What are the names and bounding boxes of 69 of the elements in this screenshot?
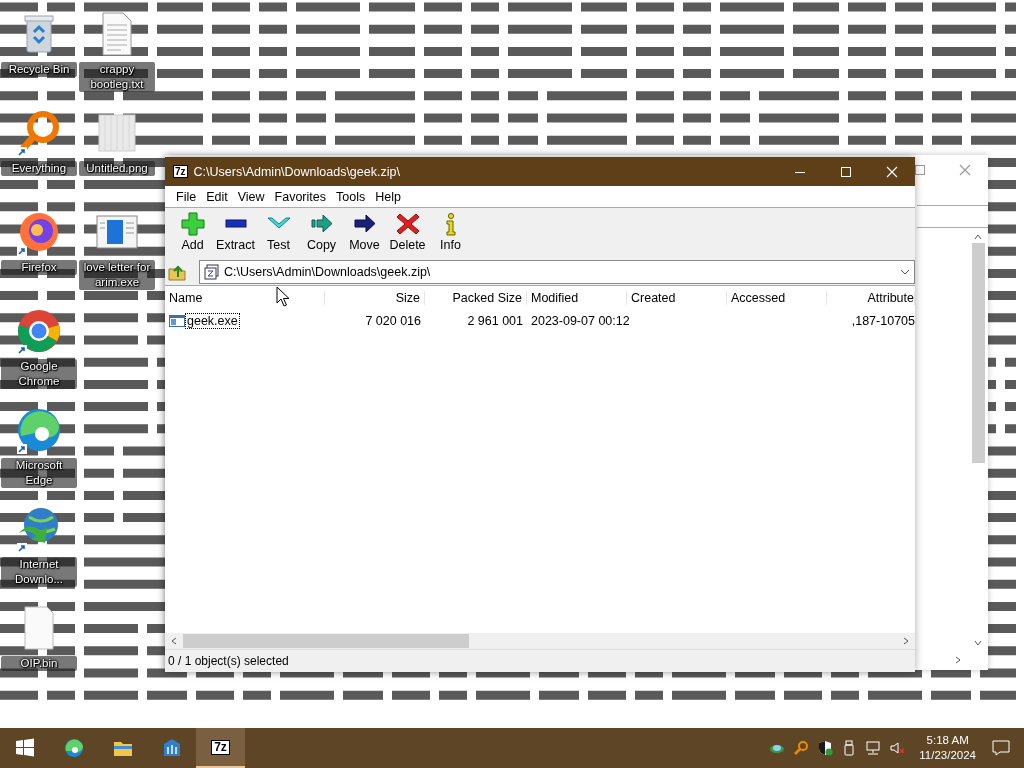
toolbar-button[interactable]: Delete (386, 208, 429, 258)
address-text: C:\Users\Admin\Downloads\geek.zip\ (224, 264, 432, 279)
scroll-right-icon[interactable] (903, 637, 909, 645)
column-header[interactable]: Accessed (731, 291, 786, 305)
toolbar-button[interactable]: Test (257, 208, 300, 258)
scroll-left-icon[interactable] (171, 637, 177, 645)
table-cell: 2023-09-07 00:12 (531, 314, 630, 328)
icon-label[interactable]: love letter for arim.exe (79, 260, 155, 290)
scroll-up-icon[interactable] (974, 234, 982, 240)
icon-label[interactable]: Google Chrome (1, 359, 77, 389)
toolbar-button[interactable]: Copy (300, 208, 343, 258)
toolbar-button[interactable]: Add (171, 208, 214, 258)
file-name[interactable]: geek.exe (186, 314, 239, 328)
menu-item[interactable]: Favorites (270, 189, 332, 204)
swirl-icon[interactable] (15, 406, 63, 454)
exe-file-icon (169, 314, 185, 328)
volume-muted-icon[interactable] (889, 740, 906, 756)
swirl-icon (63, 738, 84, 758)
icon-label[interactable]: OIP.bin (1, 656, 77, 671)
app-logo-icon: 7z (173, 165, 188, 178)
file-row[interactable]: geek.exe 7 020 016 2 961 001 2023-09-07 00:12 ,187-10705 (165, 310, 915, 332)
column-header[interactable]: Attribute (867, 291, 914, 305)
column-header[interactable]: Created (631, 291, 676, 305)
scroll-right-icon[interactable] (955, 656, 961, 664)
toolbar-button[interactable]: Info (429, 208, 472, 258)
icon-label[interactable]: Recycle Bin (1, 62, 77, 77)
scroll-down-icon[interactable] (974, 640, 982, 646)
address-field[interactable]: C:\Users\Admin\Downloads\geek.zip\ (199, 259, 915, 284)
table-cell: 7 020 016 (365, 314, 421, 328)
arrow-right-icon (352, 212, 377, 236)
icon-label[interactable]: Microsoft Edge (1, 458, 77, 488)
plus-icon (180, 212, 205, 236)
dropdown-icon[interactable] (900, 268, 910, 275)
search-icon[interactable] (793, 740, 810, 756)
icon-label[interactable]: Firefox (1, 260, 77, 275)
table-cell: 2 961 001 (467, 314, 523, 328)
window-title: C:\Users\Admin\Downloads\geek.zip\ (193, 164, 401, 179)
scrollbar[interactable] (165, 633, 915, 649)
notification-icon[interactable] (992, 740, 1010, 756)
menu-item[interactable]: Tools (332, 189, 372, 204)
chrome-icon[interactable] (15, 307, 63, 355)
icon-label[interactable]: Untitled.png (79, 161, 155, 176)
menu-item[interactable]: Help (371, 189, 407, 204)
column-header[interactable]: Packed Size (452, 291, 522, 305)
icon-label[interactable]: Internet Downlo... (1, 557, 77, 587)
table-cell: ,187-10705 (851, 314, 915, 328)
shield-icon[interactable] (817, 740, 834, 756)
column-header[interactable]: Modified (531, 291, 579, 305)
toolbar-button[interactable]: Extract (214, 208, 257, 258)
archive-icon (204, 263, 220, 280)
network-icon[interactable] (865, 740, 882, 756)
icon-label[interactable]: crappy bootleg.txt (79, 62, 155, 92)
menu-item[interactable]: View (233, 189, 271, 204)
windows-logo-icon (14, 738, 35, 758)
status-text: 0 / 1 object(s) selected (168, 654, 289, 668)
menu-item[interactable]: File (172, 189, 203, 204)
scrollbar[interactable] (972, 243, 985, 463)
column-header[interactable]: Name (169, 291, 203, 305)
toolbar-button[interactable]: Move (343, 208, 386, 258)
x-icon (395, 212, 420, 236)
icon-label[interactable]: Everything (1, 161, 77, 176)
arrow-right-icon (309, 212, 334, 236)
scrollbar-thumb[interactable] (183, 634, 469, 648)
menu-item[interactable]: Edit (202, 189, 234, 204)
taskbar-button[interactable]: 7z (196, 728, 245, 768)
clock[interactable]: 5:18 AM 11/23/2024 (919, 733, 976, 763)
column-header[interactable]: Size (395, 291, 420, 305)
bar-chart-icon (161, 738, 182, 758)
address-field[interactable] (917, 205, 988, 228)
